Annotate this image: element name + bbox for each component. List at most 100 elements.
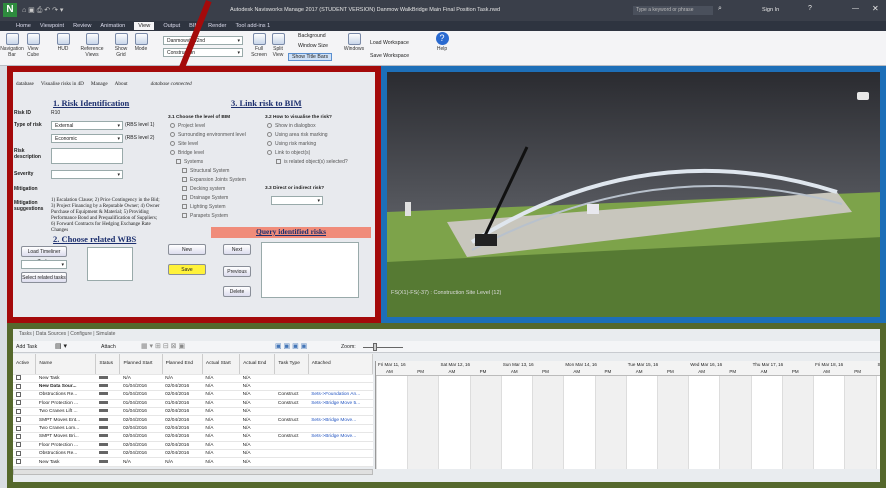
search-input[interactable]: Type a keyword or phrase [633,6,713,15]
table-row[interactable]: New Task N/A N/A N/A N/A [13,457,373,467]
col-status[interactable]: Status [95,354,121,375]
cell-active[interactable] [13,441,36,451]
table-row[interactable]: Two Cranes Lom... 02/04/2016 02/04/2016 N/A… [13,424,373,434]
checkbox-icon[interactable] [16,408,21,414]
cell-active[interactable] [13,399,36,409]
help-button[interactable]: ? Help [434,32,450,52]
windows-button[interactable]: Windows [343,33,365,52]
risk-subtype-select[interactable]: Economic [51,134,123,143]
task-tools-icon[interactable]: ▤ ▾ [55,342,67,350]
previous-button[interactable]: Previous [223,266,251,277]
checkbox-icon[interactable] [16,459,21,465]
table-row[interactable]: Two Cranes Lift ... 01/04/2016 02/04/2016 N… [13,407,373,417]
cell-active[interactable] [13,415,36,425]
attach-button[interactable]: Attach [101,344,116,350]
filter-icons[interactable]: ▦ ▾ ⊞ ⊟ ⊠ ▣ [141,342,185,350]
cell-active[interactable] [13,390,36,400]
level-option-site[interactable]: Site level [170,141,198,147]
table-row[interactable]: SMPT Moves Ent... 02/04/2016 02/04/2016 N/A… [13,415,373,425]
minimize-icon[interactable]: — [852,5,859,12]
hud-button[interactable]: HUD [54,33,72,52]
visual-option-area[interactable]: Using area risk marking [267,132,328,138]
level-option-bridge[interactable]: Bridge level [170,150,204,156]
next-button[interactable]: Next [223,244,251,255]
visual-option-link[interactable]: Link to object(s) [267,150,310,156]
col-actual-start[interactable]: Actual Start [202,354,241,375]
view-select[interactable]: Danmowview2nd [163,36,243,45]
cell-active[interactable] [13,432,36,442]
tab-output[interactable]: Output [163,23,180,29]
view-cube-button[interactable]: View Cube [24,33,42,58]
checkbox-icon[interactable] [16,442,21,448]
select-related-tasks-button[interactable]: Select related tasks [21,272,67,283]
menu-visualise[interactable]: Visualise risks in 4D [41,81,84,91]
tab-viewpoint[interactable]: Viewpoint [40,23,64,29]
timeliner-tabs[interactable]: Tasks | Data Sources | Configure | Simul… [19,331,115,337]
sign-in-link[interactable]: Sign In [762,7,779,13]
checkbox-icon[interactable] [16,383,21,389]
col-planned-start[interactable]: Planned Start [119,354,163,375]
cell-active[interactable] [13,424,36,434]
navigation-bar-button[interactable]: Navigation Bar [0,33,24,58]
system-expansion-joints[interactable]: Expansion Joints System [182,177,246,183]
systems-checkbox[interactable]: Systems [176,159,203,165]
col-active[interactable]: Active [13,354,37,375]
show-title-bars-button[interactable]: Show Title Bars [288,53,333,61]
tab-home[interactable]: Home [16,23,31,29]
checkbox-icon[interactable] [16,392,21,398]
system-drainage[interactable]: Drainage System [182,195,228,201]
system-structural[interactable]: Structural System [182,168,229,174]
table-row[interactable]: New Data Sour... 01/04/2016 02/04/2016 N/A N… [13,382,373,392]
reference-views-button[interactable]: Reference Views [76,33,108,58]
zoom-slider-thumb[interactable] [373,343,377,351]
description-field[interactable] [51,148,123,164]
show-grid-button[interactable]: Show Grid [112,33,130,58]
visual-option-dialog[interactable]: Show in dialogbox [267,123,316,129]
cell-active[interactable] [13,407,36,417]
related-object-checkbox[interactable]: is related object(s) selected? [276,159,348,165]
gantt-chart[interactable]: Fri Mar 11, 16 AM PM Sat Mar 12, 16 AM PM Sun … [375,361,880,469]
cell-active[interactable] [13,374,36,383]
table-row[interactable]: Obstructions Re... 01/04/2016 02/04/2016 N/… [13,390,373,400]
col-attached[interactable]: Attached [308,354,374,375]
query-results-list[interactable] [261,242,359,298]
checkbox-icon[interactable] [16,434,21,440]
system-lighting[interactable]: Lighting System [182,204,226,210]
mode-button[interactable]: Mode [132,33,150,52]
system-decking[interactable]: Decking system [182,186,225,192]
level-option-surrounding[interactable]: Surrounding environment level [170,132,246,138]
menu-about[interactable]: About [115,81,128,91]
visual-option-marking[interactable]: Using risk marking [267,141,316,147]
table-row[interactable]: Floor Protection ... 01/04/2016 01/04/2016… [13,399,373,409]
load-workspace-button[interactable]: Load Workspace [370,40,409,46]
search-icon[interactable]: ⌕ [718,5,722,13]
system-parapets[interactable]: Parapets System [182,213,228,219]
risk-type-select[interactable]: External [51,121,123,130]
checkbox-icon[interactable] [16,417,21,423]
help-icon[interactable]: ? [808,5,812,12]
horizontal-scrollbar[interactable] [13,469,373,475]
table-row[interactable]: SMPT Moves Bri... 02/04/2016 02/04/2016 N/A… [13,432,373,442]
window-size-button[interactable]: Window Size [298,43,328,49]
related-tasks-list[interactable] [87,247,133,281]
tab-animation[interactable]: Animation [100,23,125,29]
checkbox-icon[interactable] [16,400,21,406]
split-view-button[interactable]: Split View [270,33,286,58]
quick-access-toolbar[interactable]: ⌂ ▣ ⎙ ↶ ↷ ▾ [22,6,63,15]
full-screen-button[interactable]: Full Screen [250,33,268,58]
col-actual-end[interactable]: Actual End [239,354,276,375]
menu-database[interactable]: database [16,81,34,91]
col-planned-end[interactable]: Planned End [162,354,203,375]
col-name[interactable]: Name [35,354,97,375]
save-button[interactable]: Save [168,264,206,275]
wbs-select[interactable] [21,260,67,269]
zoom-slider[interactable] [363,347,403,348]
direct-indirect-select[interactable] [271,196,323,205]
tab-review[interactable]: Review [73,23,91,29]
tab-render[interactable]: Render [208,23,226,29]
severity-select[interactable] [51,170,123,179]
app-logo[interactable]: N [3,3,17,17]
new-button[interactable]: New [168,244,206,255]
load-timeliner-tasks-button[interactable]: Load Timeliner Tasks [21,246,67,265]
delete-button[interactable]: Delete [223,286,251,297]
